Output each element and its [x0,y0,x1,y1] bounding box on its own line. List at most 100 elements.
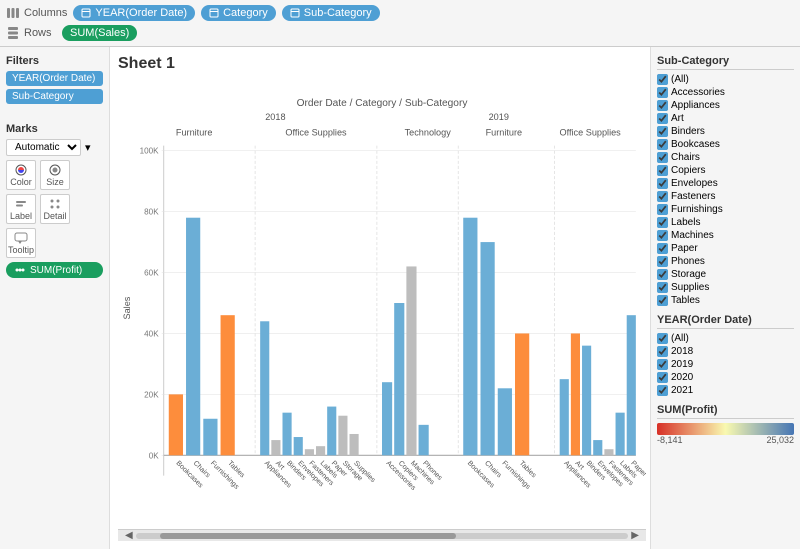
year-2020-checkbox[interactable] [657,372,668,383]
bar-machines-2018[interactable] [406,266,416,455]
year-2019-checkbox[interactable] [657,359,668,370]
subcategory-phones-checkbox[interactable] [657,256,668,267]
bar-labels-2018[interactable] [316,446,325,455]
subcategory-paper-checkbox[interactable] [657,243,668,254]
subcategory-storage-checkbox[interactable] [657,269,668,280]
svg-text:2019: 2019 [489,112,509,122]
subcategory-envelopes-checkbox[interactable] [657,178,668,189]
subcategory-copiers-checkbox[interactable] [657,165,668,176]
color-button[interactable]: Color [6,160,36,190]
columns-label: Columns [6,6,67,20]
bar-envelopes-2019[interactable] [593,440,602,455]
bar-tables-2019[interactable] [515,333,529,455]
bar-paper-2019[interactable] [627,315,636,455]
year-2018-checkbox[interactable] [657,346,668,357]
bar-supplies-2018[interactable] [350,434,359,455]
year-2021: 2021 [657,385,794,396]
bar-tables-2018[interactable] [221,315,235,455]
svg-text:20K: 20K [144,390,159,399]
bar-bookcases-2019[interactable] [463,218,477,456]
right-panel: Sub-Category (All) Accessories Appliance… [650,47,800,549]
bar-chairs-2019[interactable] [480,242,494,455]
filter-year[interactable]: YEAR(Order Date) [6,71,103,86]
year-2019: 2019 [657,359,794,370]
marks-title: Marks [6,123,103,135]
bar-art-2019[interactable] [571,333,580,455]
bar-appliances-2019[interactable] [560,379,569,455]
year-order-date-pill[interactable]: YEAR(Order Date) [73,5,195,21]
subcategory-binders: Binders [657,126,794,137]
filters-section: Filters YEAR(Order Date) Sub-Category [6,55,103,107]
bar-paper-2018[interactable] [327,407,336,456]
svg-text:Order Date / Category / Sub-Ca: Order Date / Category / Sub-Category [297,98,469,109]
bar-binders-2019[interactable] [582,346,591,456]
sum-sales-pill[interactable]: SUM(Sales) [62,25,137,41]
bar-bookcases-2018[interactable] [169,394,183,455]
tooltip-button[interactable]: Tooltip [6,228,36,258]
svg-text:Office Supplies: Office Supplies [560,127,622,137]
bar-envelopes-2018[interactable] [294,437,303,455]
subcategory-supplies-checkbox[interactable] [657,282,668,293]
scroll-left-arrow[interactable]: ◀ [122,530,136,541]
profit-legend-labels: -8,141 25,032 [657,435,794,445]
bar-binders-2018[interactable] [282,413,291,456]
svg-text:60K: 60K [144,269,159,278]
subcategory-all-checkbox[interactable] [657,74,668,85]
subcategory-all: (All) [657,74,794,85]
chart-area: Sheet 1 Order Date / Category / Sub-Cate… [110,47,650,549]
marks-type-control: Automatic Bar Line ▾ [6,139,103,156]
subcategory-appliances: Appliances [657,100,794,111]
bar-art-2018[interactable] [271,440,280,455]
toolbar-rows-row: Rows SUM(Sales) [6,23,794,43]
subcategory-supplies: Supplies [657,282,794,293]
scrollbar-thumb[interactable] [160,533,456,539]
subcategory-bookcases-checkbox[interactable] [657,139,668,150]
filter-subcategory[interactable]: Sub-Category [6,89,103,104]
svg-text:Furniture: Furniture [176,127,213,137]
subcategory-chairs-checkbox[interactable] [657,152,668,163]
svg-text:80K: 80K [144,208,159,217]
bar-copiers-2018[interactable] [394,303,404,455]
profit-max-label: 25,032 [766,435,794,445]
bar-phones-2018[interactable] [419,425,429,455]
bar-chairs-2018[interactable] [186,218,200,456]
bar-furnishings-2018[interactable] [203,419,217,456]
subcategory-fasteners-checkbox[interactable] [657,191,668,202]
subcategory-labels-checkbox[interactable] [657,217,668,228]
size-button[interactable]: Size [40,160,70,190]
sum-profit-pill[interactable]: SUM(Profit) [6,262,103,278]
bar-appliances-2018[interactable] [260,321,269,455]
subcategory-furnishings-checkbox[interactable] [657,204,668,215]
scroll-right-arrow[interactable]: ▶ [628,530,642,541]
rows-label: Rows [6,26,56,40]
subcategory-appliances-checkbox[interactable] [657,100,668,111]
sum-profit-legend-title: SUM(Profit) [657,404,794,419]
subcategory-art-checkbox[interactable] [657,113,668,124]
bar-fasteners-2018[interactable] [305,449,314,455]
main-content: Filters YEAR(Order Date) Sub-Category Ma… [0,47,800,549]
bar-accessories-2018[interactable] [382,382,392,455]
filters-title: Filters [6,55,103,67]
subcategory-machines: Machines [657,230,794,241]
subcategory-binders-checkbox[interactable] [657,126,668,137]
chart-svg: Order Date / Category / Sub-Category 201… [118,77,646,529]
year-all-checkbox[interactable] [657,333,668,344]
label-button[interactable]: Label [6,194,36,224]
bar-furnishings-2019[interactable] [498,388,512,455]
horizontal-scrollbar[interactable]: ◀ ▶ [118,529,646,541]
sub-category-pill[interactable]: Sub-Category [282,5,380,21]
marks-type-select[interactable]: Automatic Bar Line [6,139,81,156]
subcategory-chairs: Chairs [657,152,794,163]
subcategory-accessories-checkbox[interactable] [657,87,668,98]
bar-fasteners-2019[interactable] [604,449,613,455]
svg-text:Technology: Technology [405,127,452,137]
year-2021-checkbox[interactable] [657,385,668,396]
detail-button[interactable]: Detail [40,194,70,224]
subcategory-tables-checkbox[interactable] [657,295,668,306]
category-pill[interactable]: Category [201,5,276,21]
bar-labels-2019[interactable] [616,413,625,456]
bar-storage-2018[interactable] [338,416,347,456]
subcategory-machines-checkbox[interactable] [657,230,668,241]
subcategory-labels: Labels [657,217,794,228]
scrollbar-track[interactable] [136,533,629,539]
